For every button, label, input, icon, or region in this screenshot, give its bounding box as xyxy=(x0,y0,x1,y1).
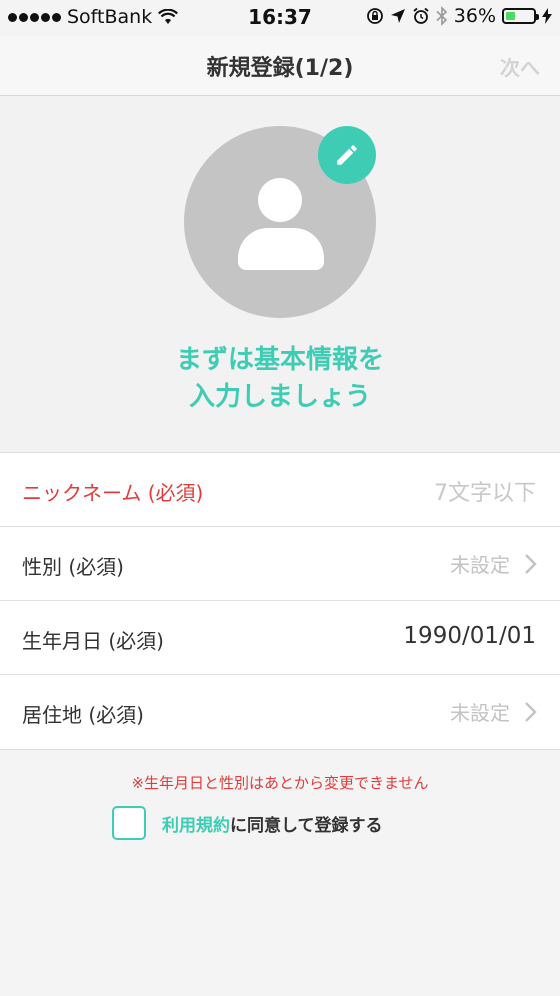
residence-select[interactable]: 未設定 xyxy=(450,697,540,726)
rotation-lock-icon xyxy=(366,8,383,24)
chevron-right-icon xyxy=(525,553,537,574)
location-arrow-icon xyxy=(390,9,405,23)
chevron-right-icon xyxy=(525,701,537,722)
terms-agreement: 利用規約に同意して登録する xyxy=(112,806,383,840)
intro-message: まずは基本情報を 入力しましょう xyxy=(0,342,560,416)
battery-icon xyxy=(502,8,539,24)
page-title: 新規登録(1/2) xyxy=(206,56,354,81)
residence-label: 居住地 (必須) xyxy=(22,703,144,727)
intro-line-2: 入力しましょう xyxy=(188,382,371,412)
warning-note: ※生年月日と性別はあとから変更できません xyxy=(131,774,429,792)
gender-value: 未設定 xyxy=(450,553,510,577)
next-button[interactable]: 次へ xyxy=(500,52,540,81)
registration-form: ニックネーム (必須) 7文字以下 性別 (必須) 未設定 生年月日 (必須) … xyxy=(0,452,560,750)
intro-line-1: まずは基本情報を xyxy=(175,345,384,375)
bluetooth-icon xyxy=(436,6,447,26)
navigation-bar: 新規登録(1/2) 次へ xyxy=(0,36,560,96)
nickname-label: ニックネーム (必須) xyxy=(22,481,204,505)
status-bar: SoftBank 16:37 36% xyxy=(0,0,560,36)
edit-avatar-button[interactable] xyxy=(318,126,376,184)
agreement-text: 利用規約に同意して登録する xyxy=(162,811,383,836)
alarm-icon xyxy=(413,7,429,24)
agreement-suffix: に同意して登録する xyxy=(230,815,383,836)
birthday-row[interactable]: 生年月日 (必須) 1990/01/01 xyxy=(0,601,560,675)
gender-label: 性別 (必須) xyxy=(22,555,124,579)
birthday-label: 生年月日 (必須) xyxy=(22,629,164,653)
terms-link[interactable]: 利用規約 xyxy=(162,816,230,836)
residence-value: 未設定 xyxy=(450,701,510,725)
nickname-row[interactable]: ニックネーム (必須) 7文字以下 xyxy=(0,453,560,527)
charging-bolt-icon xyxy=(542,8,552,24)
agree-checkbox[interactable] xyxy=(112,806,146,840)
gender-row[interactable]: 性別 (必須) 未設定 xyxy=(0,527,560,601)
birthday-value[interactable]: 1990/01/01 xyxy=(403,623,536,649)
residence-row[interactable]: 居住地 (必須) 未設定 xyxy=(0,675,560,749)
status-right: 36% xyxy=(366,5,552,27)
gender-select[interactable]: 未設定 xyxy=(450,549,540,578)
profile-header: まずは基本情報を 入力しましょう xyxy=(0,96,560,452)
nickname-input[interactable]: 7文字以下 xyxy=(434,475,536,507)
battery-percent: 36% xyxy=(453,5,496,27)
pencil-icon xyxy=(337,145,357,165)
